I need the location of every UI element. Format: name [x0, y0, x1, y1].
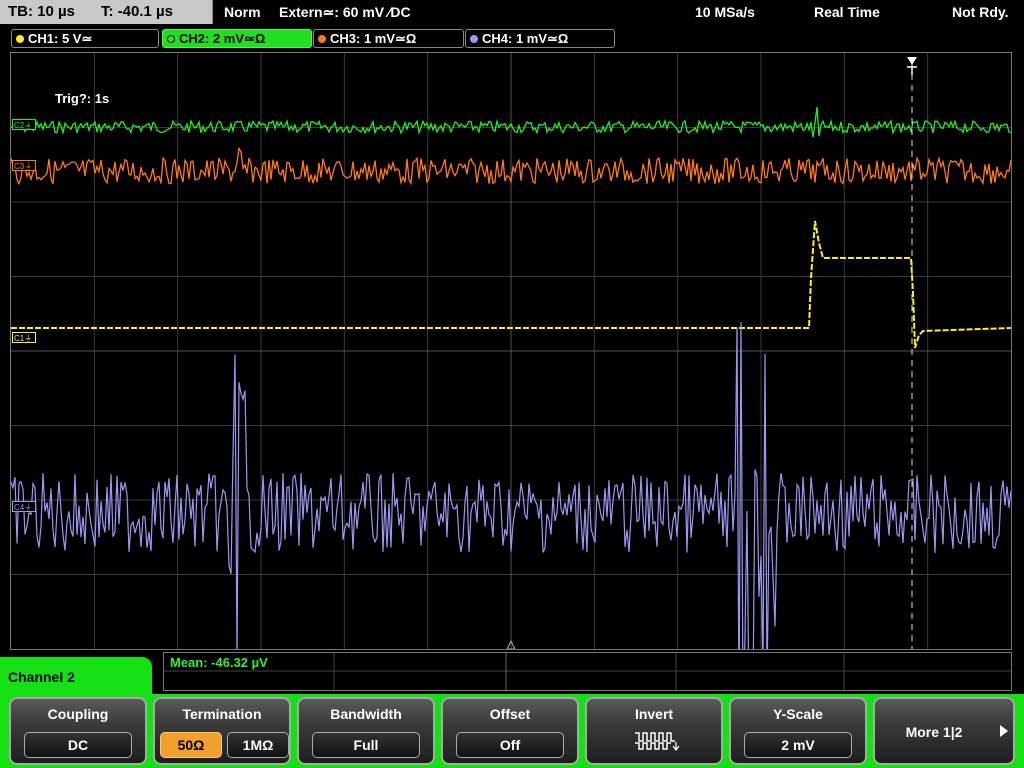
bandwidth-value[interactable]: Full	[312, 732, 420, 758]
coupling-value[interactable]: DC	[24, 732, 132, 758]
trigger-t-icon	[907, 66, 917, 75]
termination-1mohm-button[interactable]: 1MΩ	[227, 732, 289, 758]
ch4-dot-icon	[470, 35, 478, 43]
more-label: More 1|2	[905, 724, 963, 740]
chevron-right-icon	[1000, 725, 1008, 737]
invert-softkey[interactable]: Invert	[585, 697, 723, 765]
timebase-readout: TB: 10 µs	[8, 3, 75, 20]
tab-ch2[interactable]: CH2: 2 mV≃Ω	[162, 29, 312, 48]
acquisition-mode: Real Time	[814, 4, 880, 20]
offset-value[interactable]: Off	[456, 732, 564, 758]
waveform-display[interactable]: Trig?: 1s C2⏚ C3⏚ C1⏚ C4⏚	[10, 52, 1012, 650]
ch1-dot-icon	[16, 35, 24, 43]
termination-softkey[interactable]: Termination 50Ω 1MΩ	[153, 697, 291, 765]
yscale-title: Y-Scale	[773, 706, 823, 722]
tab-ch1[interactable]: CH1: 5 V≃	[11, 29, 159, 48]
yscale-value[interactable]: 2 mV	[744, 732, 852, 758]
trigger-source[interactable]: Extern≃: 60 mV ∕DC	[279, 4, 411, 21]
ch1-offset-marker[interactable]: C1⏚	[12, 332, 36, 343]
ch3-dot-icon	[318, 35, 326, 43]
coupling-title: Coupling	[47, 706, 109, 722]
ch2-label: CH2: 2 mV≃Ω	[179, 31, 266, 46]
ch1-label: CH1: 5 V≃	[28, 31, 93, 46]
offset-title: Offset	[489, 706, 531, 722]
tab-ch4[interactable]: CH4: 1 mV≃Ω	[465, 29, 615, 48]
trigger-position-icon	[907, 57, 917, 65]
trigger-mode[interactable]: Norm	[224, 4, 261, 20]
offset-softkey[interactable]: Offset Off	[441, 697, 579, 765]
invert-title: Invert	[634, 706, 674, 722]
ch2-offset-marker[interactable]: C2⏚	[12, 119, 36, 130]
termination-50ohm-button[interactable]: 50Ω	[160, 732, 222, 758]
more-softkey[interactable]: More 1|2	[873, 697, 1015, 765]
bandwidth-title: Bandwidth	[330, 706, 402, 722]
measurement-bar: Mean: -46.32 µV	[163, 652, 1012, 691]
invert-waveform-icon	[635, 732, 680, 751]
tab-ch3[interactable]: CH3: 1 mV≃Ω	[313, 29, 464, 48]
ch4-offset-marker[interactable]: C4⏚	[12, 501, 36, 512]
ch3-offset-marker[interactable]: C3⏚	[12, 160, 36, 171]
yscale-softkey[interactable]: Y-Scale 2 mV	[729, 697, 867, 765]
ch3-label: CH3: 1 mV≃Ω	[330, 31, 417, 46]
trigger-info: Trig?: 1s	[55, 91, 110, 106]
timebase-box[interactable]: TB: 10 µs T: -40.1 µs	[0, 0, 213, 24]
measurement-grid	[164, 653, 1011, 690]
waveform-canvas	[11, 53, 1011, 649]
ch2-dot-icon	[167, 35, 175, 43]
ch4-label: CH4: 1 mV≃Ω	[482, 31, 569, 46]
bandwidth-softkey[interactable]: Bandwidth Full	[297, 697, 435, 765]
status-bar: TB: 10 µs T: -40.1 µs Norm Extern≃: 60 m…	[0, 0, 1024, 26]
termination-title: Termination	[182, 706, 262, 722]
readiness-status: Not Rdy.	[952, 4, 1009, 20]
sample-rate: 10 MSa/s	[695, 4, 755, 20]
trigger-time-readout: T: -40.1 µs	[101, 3, 174, 20]
channel-panel-title: Channel 2	[8, 669, 75, 685]
coupling-softkey[interactable]: Coupling DC	[9, 697, 147, 765]
